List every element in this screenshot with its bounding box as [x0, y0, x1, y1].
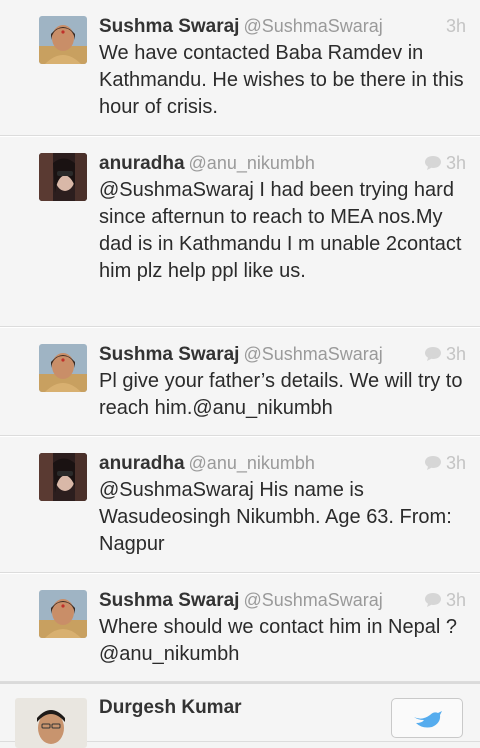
tweet-text: Pl give your father’s details. We will t… — [99, 370, 463, 419]
tweet-time: 3h — [445, 590, 466, 610]
tweet-item[interactable]: Sushma Swaraj @SushmaSwaraj 3h Where shou… — [0, 573, 480, 682]
tweet-meta: 3h — [424, 149, 466, 177]
tweet-body: anuradha @anu_nikumbh 3h @SushmaSwaraj Hi… — [99, 449, 466, 558]
tweet-meta: 3h — [424, 340, 466, 368]
sushma-avatar[interactable] — [39, 590, 87, 638]
tweet-text: @SushmaSwaraj His name is Wasudeosingh N… — [99, 479, 452, 555]
tweet-header: anuradha @anu_nikumbh 3h — [99, 149, 466, 177]
anuradha-avatar[interactable] — [39, 453, 87, 501]
author-name[interactable]: anuradha — [99, 153, 185, 174]
tweet-body: Sushma Swaraj @SushmaSwaraj 3h We have co… — [99, 12, 466, 121]
durgesh-avatar[interactable] — [15, 698, 87, 748]
follow-button[interactable] — [391, 698, 463, 738]
tweet-header: anuradha @anu_nikumbh 3h — [99, 449, 466, 477]
suggested-user-name[interactable]: Durgesh Kumar — [99, 697, 242, 718]
tweet-time: 3h — [445, 153, 466, 173]
tweet-time: 3h — [445, 344, 466, 364]
tweet-meta: 3h — [446, 12, 466, 40]
tweet-time: 3h — [445, 16, 466, 36]
tweet-feed: Sushma Swaraj @SushmaSwaraj 3h We have co… — [0, 0, 480, 748]
author-handle[interactable]: @anu_nikumbh — [189, 453, 315, 473]
tweet-text: We have contacted Baba Ramdev in Kathman… — [99, 42, 464, 118]
tweet-text: @SushmaSwaraj I had been trying hard sin… — [99, 179, 462, 282]
tweet-body: anuradha @anu_nikumbh 3h @SushmaSwaraj I … — [99, 149, 466, 285]
author-name[interactable]: anuradha — [99, 453, 185, 474]
conversation-bubble-icon[interactable] — [424, 346, 442, 362]
tweet-body: Sushma Swaraj @SushmaSwaraj 3h Where shou… — [99, 586, 466, 668]
tweet-item[interactable]: Sushma Swaraj @SushmaSwaraj 3h We have co… — [0, 0, 480, 136]
conversation-bubble-icon[interactable] — [424, 592, 442, 608]
author-handle[interactable]: @SushmaSwaraj — [243, 590, 382, 610]
tweet-item[interactable]: Sushma Swaraj @SushmaSwaraj 3h Pl give yo… — [0, 327, 480, 436]
tweet-item[interactable]: anuradha @anu_nikumbh 3h @SushmaSwaraj I … — [0, 136, 480, 327]
sushma-avatar[interactable] — [39, 16, 87, 64]
author-name[interactable]: Sushma Swaraj — [99, 16, 239, 37]
conversation-bubble-icon[interactable] — [424, 155, 442, 171]
tweet-header: Sushma Swaraj @SushmaSwaraj 3h — [99, 12, 466, 40]
author-name[interactable]: Sushma Swaraj — [99, 590, 239, 611]
tweet-body: Sushma Swaraj @SushmaSwaraj 3h Pl give yo… — [99, 340, 466, 422]
author-handle[interactable]: @anu_nikumbh — [189, 153, 315, 173]
anuradha-avatar[interactable] — [39, 153, 87, 201]
tweet-header: Sushma Swaraj @SushmaSwaraj 3h — [99, 340, 466, 368]
tweet-meta: 3h — [424, 449, 466, 477]
suggested-user-row[interactable]: Durgesh Kumar — [0, 682, 480, 748]
tweet-meta: 3h — [424, 586, 466, 614]
sushma-avatar[interactable] — [39, 344, 87, 392]
author-handle[interactable]: @SushmaSwaraj — [243, 344, 382, 364]
follow-bird-icon — [414, 711, 442, 728]
author-name[interactable]: Sushma Swaraj — [99, 344, 239, 365]
author-handle[interactable]: @SushmaSwaraj — [243, 16, 382, 36]
tweet-header: Sushma Swaraj @SushmaSwaraj 3h — [99, 586, 466, 614]
tweet-time: 3h — [445, 453, 466, 473]
tweet-text: Where should we contact him in Nepal ? @… — [99, 616, 457, 665]
conversation-bubble-icon[interactable] — [424, 455, 442, 471]
tweet-item[interactable]: anuradha @anu_nikumbh 3h @SushmaSwaraj Hi… — [0, 436, 480, 573]
